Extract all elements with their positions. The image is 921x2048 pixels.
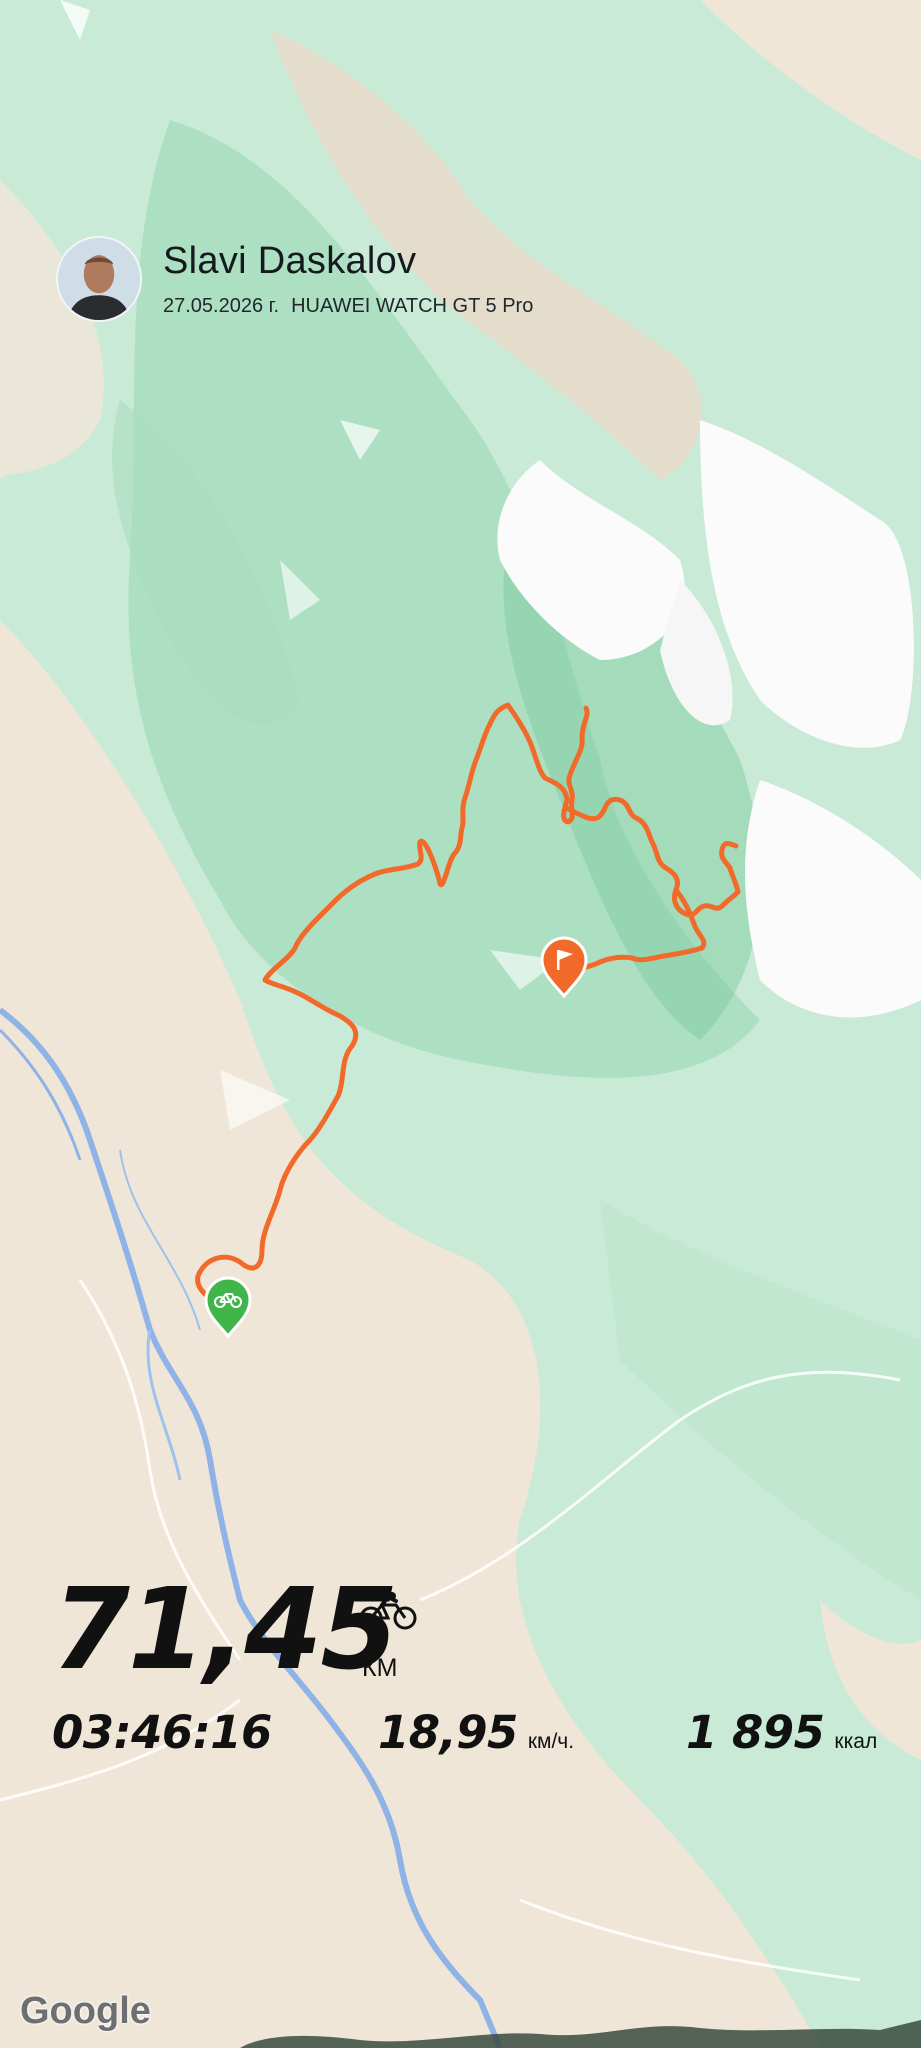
- calories-unit: ккал: [834, 1730, 878, 1753]
- speed-stat: 18,95 км/ч.: [378, 1706, 575, 1759]
- speed-value: 18,95: [378, 1706, 518, 1759]
- calories-value: 1 895: [686, 1706, 825, 1759]
- duration-stat: 03:46:16: [52, 1706, 272, 1759]
- distance-value: 71,45: [52, 1565, 398, 1695]
- distance-unit: КМ: [362, 1654, 398, 1682]
- bicycle-icon: [359, 1592, 417, 1630]
- calories-stat: 1 895 ккал: [686, 1706, 878, 1759]
- activity-meta: 27.05.2026 г. HUAWEI WATCH GT 5 Pro: [163, 295, 545, 318]
- activity-header: Slavi Daskalov 27.05.2026 г. HUAWEI WATCH…: [56, 232, 616, 327]
- activity-date: 27.05.2026 г.: [163, 295, 280, 317]
- speed-unit: км/ч.: [527, 1730, 575, 1753]
- user-name[interactable]: Slavi Daskalov: [163, 240, 416, 283]
- device-name: HUAWEI WATCH GT 5 Pro: [291, 295, 534, 317]
- avatar[interactable]: [56, 236, 142, 322]
- google-attribution[interactable]: Google: [20, 1990, 151, 2033]
- duration-value: 03:46:16: [52, 1706, 272, 1759]
